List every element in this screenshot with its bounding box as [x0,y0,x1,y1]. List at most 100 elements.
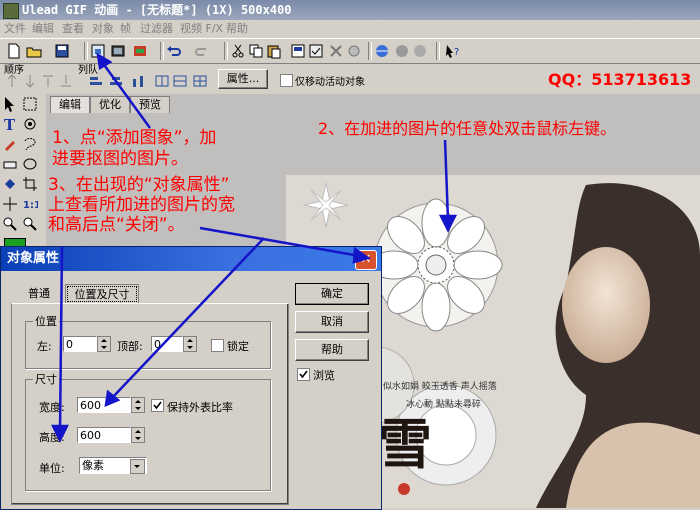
save-icon[interactable] [54,43,70,59]
height-spinner[interactable] [131,427,145,443]
top-label: 顶部: [117,340,143,353]
crop-tool-icon[interactable] [22,176,38,192]
dialog-title: 对象属性 [7,251,60,266]
dialog-tab-position-size[interactable]: 位置及尺寸 [65,284,139,304]
dialog-close-button[interactable]: ✕ [355,250,377,270]
lock-label: 锁定 [227,340,249,353]
annotation-step2: 2、在加进的图片的任意处双击鼠标左键。 [318,119,617,138]
window-titlebar: Ulead GIF 动画 - [无标题*] (1X) 500x400 [0,0,700,20]
frame-panel-icon[interactable] [290,43,306,59]
tween-icon[interactable] [346,43,362,59]
align-center-icon[interactable] [108,73,124,89]
menu-filter[interactable]: 过滤器 [140,20,173,38]
move-active-only-checkbox[interactable] [280,74,293,87]
browse-checkbox[interactable] [297,368,310,381]
help-button[interactable]: 帮助 [295,339,369,361]
center-vertical-icon[interactable] [172,73,188,89]
add-video-icon[interactable] [110,43,126,59]
add-image-icon[interactable] [90,43,106,59]
text-tool-icon[interactable]: T [2,116,18,132]
open-folder-icon[interactable] [26,43,42,59]
tab-optimize[interactable]: 优化 [90,96,130,113]
tool-palette: T 1:1 [0,94,44,264]
new-file-icon[interactable] [6,43,22,59]
ok-button[interactable]: 确定 [295,283,369,305]
tab-edit[interactable]: 编辑 [50,96,90,113]
top-spinner[interactable] [183,336,197,352]
fill-tool-icon[interactable] [2,176,18,192]
annotation-step3-line1: 3、在出现的“对象属性” [48,175,230,195]
app-icon [3,3,19,19]
actual-size-icon[interactable]: 1:1 [22,196,38,212]
menu-help[interactable]: 帮助 [226,20,248,38]
chevron-down-icon[interactable] [130,459,145,474]
width-spinner[interactable] [131,397,145,413]
unit-label: 单位: [39,462,65,475]
pointer-tool-icon[interactable] [2,96,18,112]
zoom-out-icon[interactable] [22,216,38,232]
unit-select[interactable]: 像素 [79,457,147,474]
menu-file[interactable]: 文件 [4,20,26,38]
lasso-tool-icon[interactable] [22,136,38,152]
menu-bar: 文件 编辑 查看 对象 帧 过滤器 视频 F/X 帮助 [0,20,700,38]
checkmark-icon [299,370,308,379]
ellipse-tool-icon[interactable] [22,156,38,172]
window-title: Ulead GIF 动画 - [无标题*] (1X) 500x400 [22,3,292,17]
cancel-button[interactable]: 取消 [295,311,369,333]
send-backward-icon[interactable] [58,73,74,89]
copy-icon[interactable] [248,43,264,59]
center-both-icon[interactable] [192,73,208,89]
redo-icon[interactable] [194,43,210,59]
top-input[interactable]: 0 [151,336,183,352]
cut-icon[interactable] [230,43,246,59]
keep-ratio-checkbox[interactable] [151,399,164,412]
paste-icon[interactable] [266,43,282,59]
eyedropper-tool-icon[interactable] [22,116,38,132]
height-input[interactable]: 600 [77,427,131,443]
paintbrush-tool-icon[interactable] [2,136,18,152]
lock-checkbox[interactable] [211,339,224,352]
bring-front-icon[interactable] [4,73,20,89]
send-back-icon[interactable] [22,73,38,89]
tab-preview[interactable]: 预览 [130,96,170,113]
height-label: 高度: [39,431,65,444]
zoom-in-icon[interactable] [2,216,18,232]
delete-icon[interactable] [328,43,344,59]
menu-frame[interactable]: 帧 [120,20,131,38]
poem-line-1: 似水如娟 皎玉透香 声人摇落 [383,380,497,392]
align-bottom-icon[interactable] [130,73,146,89]
size-group-label: 尺寸 [33,371,59,387]
context-help-icon[interactable]: ? [444,43,460,59]
undo-icon[interactable] [166,43,182,59]
width-input[interactable]: 600 [77,397,131,413]
object-properties-dialog: 对象属性 ✕ 普通 位置及尺寸 位置 左: 0 顶部: 0 锁定 尺寸 宽度: … [0,246,382,510]
move-active-only-label: 仅移动活动对象 [295,77,365,88]
qq-contact: QQ：513713613 [548,70,692,89]
marquee-tool-icon[interactable] [22,96,38,112]
keep-ratio-label: 保持外表比率 [167,401,233,414]
properties-icon[interactable] [308,43,324,59]
menu-object[interactable]: 对象 [92,20,114,38]
browser-preview-icon[interactable] [374,43,390,59]
banner-text-icon[interactable] [132,43,148,59]
browse-label: 浏览 [313,369,335,382]
wizard-icon[interactable] [412,43,428,59]
move-tool-icon[interactable] [2,196,18,212]
annotation-step3-line3: 和高后点“关闭”。 [48,215,185,235]
menu-view[interactable]: 查看 [62,20,84,38]
optimize-icon[interactable] [394,43,410,59]
left-spinner[interactable] [97,336,111,352]
menu-video-fx[interactable]: 视频 F/X [180,20,223,38]
left-input[interactable]: 0 [63,336,97,352]
eraser-tool-icon[interactable] [2,156,18,172]
properties-button[interactable]: 属性... [218,69,268,89]
center-horizontal-icon[interactable] [154,73,170,89]
bring-forward-icon[interactable] [40,73,56,89]
dialog-tab-general[interactable]: 普通 [15,285,63,303]
align-left-icon[interactable] [88,73,104,89]
menu-edit[interactable]: 编辑 [32,20,54,38]
unit-select-value: 像素 [82,459,104,472]
calligraphy-text: 雪 [378,412,432,476]
annotation-step1-line1: 1、点“添加图象”，加 [52,128,217,148]
dialog-titlebar[interactable]: 对象属性 ✕ [1,247,381,271]
